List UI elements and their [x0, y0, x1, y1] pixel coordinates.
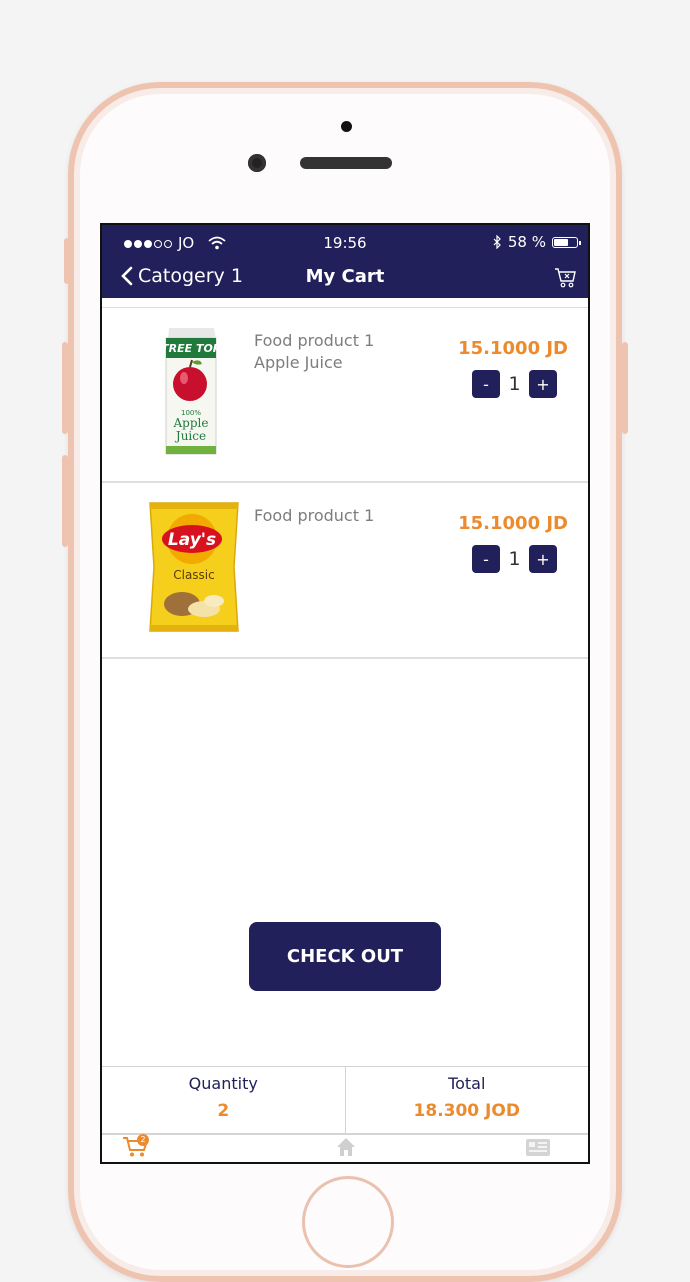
checkout-button[interactable]: CHECK OUT [249, 922, 441, 991]
cart-item: Lay's Classic Food product 1 15.1000 JD … [102, 483, 588, 659]
svg-text:Lay's: Lay's [168, 530, 216, 550]
total-value: 18.300 JOD [413, 1101, 520, 1121]
cart-clear-icon [555, 268, 576, 288]
cart-summary: Quantity 2 Total 18.300 JOD [102, 1066, 588, 1135]
tab-home[interactable] [335, 1136, 357, 1162]
volume-down-button [62, 455, 68, 547]
header: JO 19:56 58 % Catogery 1 My Cart [102, 225, 588, 298]
quantity-total: 2 [217, 1101, 230, 1121]
item-price: 15.1000 JD [458, 338, 568, 359]
nav-bar: Catogery 1 My Cart [102, 261, 588, 297]
svg-text:TREE TOP: TREE TOP [161, 342, 221, 355]
increase-quantity-button[interactable]: + [529, 370, 557, 398]
app-screen: JO 19:56 58 % Catogery 1 My Cart TREE TO… [100, 223, 590, 1164]
item-name-line2: Apple Juice [254, 353, 343, 372]
tab-offers[interactable] [525, 1136, 551, 1162]
status-bar: JO 19:56 58 % [102, 225, 588, 259]
quantity-value: 1 [508, 548, 521, 570]
volume-up-button [62, 342, 68, 434]
quantity-summary: Quantity 2 [102, 1067, 345, 1133]
proximity-sensor [341, 121, 352, 132]
item-name-line1: Food product 1 [254, 331, 375, 350]
svg-text:Juice: Juice [174, 429, 206, 443]
decrease-quantity-button[interactable]: - [472, 370, 500, 398]
increase-quantity-button[interactable]: + [529, 545, 557, 573]
lays-chips-image: Lay's Classic [149, 502, 239, 632]
quantity-value: 1 [508, 373, 521, 395]
tab-cart[interactable]: 2 [122, 1134, 150, 1162]
home-icon [337, 1138, 355, 1156]
status-right: 58 % [493, 233, 581, 251]
svg-text:Apple: Apple [173, 416, 209, 430]
cart-list: TREE TOP 100% Apple Juice Food product 1… [102, 307, 588, 659]
offers-icon [526, 1139, 550, 1156]
battery-percent: 58 % [507, 233, 546, 251]
total-label: Total [448, 1074, 486, 1093]
item-price: 15.1000 JD [458, 513, 568, 534]
mute-switch [64, 238, 70, 284]
earpiece-speaker [300, 157, 392, 169]
total-summary: Total 18.300 JOD [344, 1067, 589, 1133]
front-camera [248, 154, 266, 172]
item-name-line1: Food product 1 [254, 506, 375, 525]
item-name: Food product 1 Apple Juice [254, 330, 374, 374]
power-button [622, 342, 628, 434]
cart-item: TREE TOP 100% Apple Juice Food product 1… [102, 307, 588, 483]
decrease-quantity-button[interactable]: - [472, 545, 500, 573]
svg-text:Classic: Classic [173, 568, 215, 582]
home-button[interactable] [302, 1176, 394, 1268]
cart-badge: 2 [137, 1134, 149, 1146]
page-title: My Cart [305, 266, 385, 287]
quantity-stepper: - 1 + [472, 370, 557, 398]
quantity-label: Quantity [188, 1074, 258, 1093]
quantity-stepper: - 1 + [472, 545, 557, 573]
clear-cart-button[interactable] [554, 267, 578, 293]
apple-juice-image: TREE TOP 100% Apple Juice [161, 328, 221, 455]
item-name: Food product 1 [254, 505, 374, 527]
battery-icon [552, 236, 581, 248]
tab-bar: 2 [102, 1134, 588, 1162]
bluetooth-icon [493, 235, 501, 249]
